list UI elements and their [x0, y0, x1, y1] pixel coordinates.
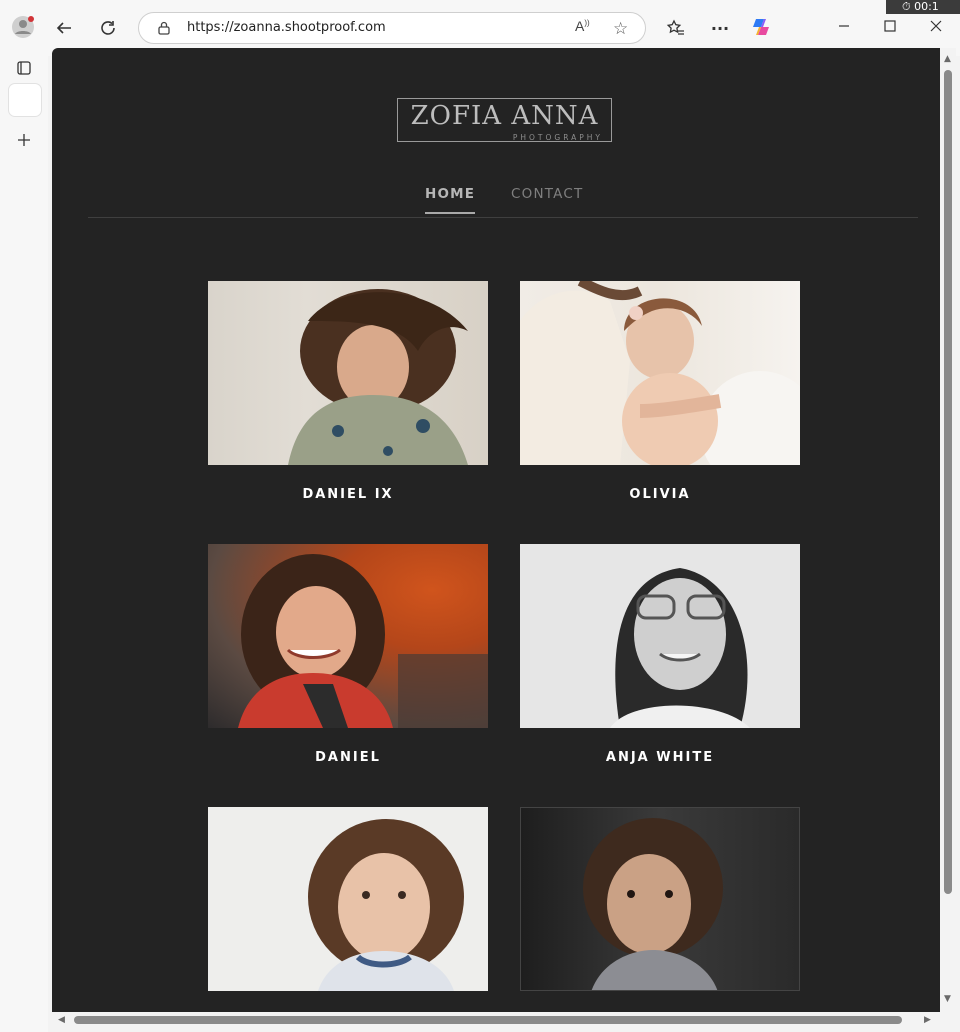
vertical-scrollbar[interactable]: ▲ ▼ [940, 48, 956, 1012]
gallery-card[interactable]: ANJA WHITE [520, 544, 800, 765]
page-viewport: ZOFIA ANNA PHOTOGRAPHY HOME CONTACT DANI… [52, 48, 940, 1012]
refresh-icon[interactable] [96, 16, 120, 40]
copilot-icon[interactable] [748, 14, 774, 40]
gallery-thumbnail[interactable] [208, 807, 488, 991]
gallery-title[interactable]: OLIVIA [520, 487, 800, 502]
scroll-up-arrow-icon[interactable]: ▲ [944, 54, 951, 64]
vertical-tabs-sidebar [0, 48, 48, 1032]
nav-contact[interactable]: CONTACT [511, 186, 583, 202]
profile-icon[interactable] [10, 14, 36, 40]
favorite-star-icon[interactable]: ☆ [613, 19, 628, 39]
horizontal-scrollbar[interactable]: ◀ ▶ [52, 1012, 940, 1028]
logo-name: ZOFIA ANNA [410, 101, 599, 131]
gallery-card[interactable] [208, 807, 488, 1012]
back-arrow-icon[interactable] [52, 16, 76, 40]
site-logo[interactable]: ZOFIA ANNA PHOTOGRAPHY [397, 98, 612, 142]
gallery-title[interactable]: DANIEL [208, 750, 488, 765]
active-tab[interactable] [9, 84, 41, 116]
gallery-card[interactable]: DANIEL [208, 544, 488, 765]
gallery-thumbnail[interactable] [208, 544, 488, 728]
logo-subtitle: PHOTOGRAPHY [512, 133, 603, 142]
gallery-thumbnail[interactable] [520, 544, 800, 728]
gallery-card[interactable] [520, 807, 800, 1012]
gallery-thumbnail[interactable] [520, 281, 800, 465]
url-text[interactable]: https://zoanna.shootproof.com [187, 20, 386, 35]
gallery-title[interactable]: ANJA WHITE [520, 750, 800, 765]
tab-icon[interactable] [14, 58, 34, 78]
read-aloud-icon[interactable]: A)) [575, 18, 590, 34]
nav-home[interactable]: HOME [425, 186, 476, 214]
timer-badge: ⏱ 00:1 [886, 0, 960, 14]
vertical-scroll-thumb[interactable] [944, 70, 952, 894]
gallery-card[interactable]: DANIEL IX [208, 281, 488, 502]
add-tab-icon[interactable] [14, 130, 34, 150]
main-nav: HOME CONTACT [88, 178, 918, 218]
more-icon[interactable]: ··· [708, 16, 732, 40]
minimize-icon[interactable] [834, 16, 854, 36]
favorites-list-icon[interactable] [664, 16, 688, 40]
gallery-thumbnail[interactable] [520, 807, 800, 991]
scroll-down-arrow-icon[interactable]: ▼ [944, 994, 951, 1004]
gallery-title[interactable]: DANIEL IX [208, 487, 488, 502]
horizontal-scroll-thumb[interactable] [74, 1016, 902, 1024]
scroll-right-arrow-icon[interactable]: ▶ [924, 1015, 931, 1025]
gallery-card[interactable]: OLIVIA [520, 281, 800, 502]
lock-icon[interactable] [157, 21, 171, 35]
address-bar[interactable]: https://zoanna.shootproof.com A)) ☆ [138, 12, 646, 44]
close-icon[interactable] [926, 16, 946, 36]
scroll-left-arrow-icon[interactable]: ◀ [58, 1015, 65, 1025]
maximize-icon[interactable] [880, 16, 900, 36]
gallery-thumbnail[interactable] [208, 281, 488, 465]
